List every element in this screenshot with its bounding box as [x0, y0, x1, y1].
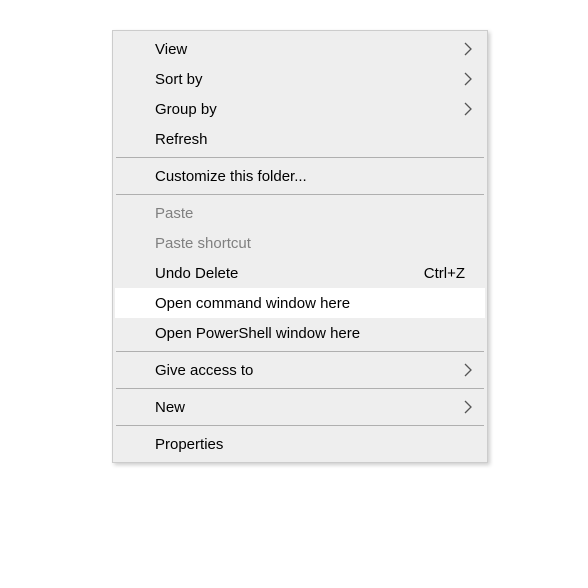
- separator: [116, 351, 484, 352]
- menu-label: View: [155, 41, 473, 58]
- separator: [116, 157, 484, 158]
- menu-item-refresh[interactable]: Refresh: [115, 124, 485, 154]
- menu-item-give-access-to[interactable]: Give access to: [115, 355, 485, 385]
- menu-label: Open PowerShell window here: [155, 325, 473, 342]
- menu-label: Paste shortcut: [155, 235, 473, 252]
- menu-item-customize-folder[interactable]: Customize this folder...: [115, 161, 485, 191]
- menu-label: Properties: [155, 436, 473, 453]
- chevron-right-icon: [463, 42, 473, 56]
- chevron-right-icon: [463, 400, 473, 414]
- menu-item-new[interactable]: New: [115, 392, 485, 422]
- context-menu: View Sort by Group by Refresh Customize …: [112, 30, 488, 463]
- separator: [116, 425, 484, 426]
- menu-shortcut: Ctrl+Z: [424, 265, 473, 282]
- menu-label: Customize this folder...: [155, 168, 473, 185]
- separator: [116, 194, 484, 195]
- menu-label: Group by: [155, 101, 473, 118]
- chevron-right-icon: [463, 102, 473, 116]
- menu-label: Give access to: [155, 362, 473, 379]
- menu-label: Sort by: [155, 71, 473, 88]
- menu-item-properties[interactable]: Properties: [115, 429, 485, 459]
- menu-item-paste: Paste: [115, 198, 485, 228]
- menu-label: Open command window here: [155, 295, 473, 312]
- menu-item-open-command-window[interactable]: Open command window here: [115, 288, 485, 318]
- chevron-right-icon: [463, 72, 473, 86]
- menu-item-paste-shortcut: Paste shortcut: [115, 228, 485, 258]
- menu-label: New: [155, 399, 473, 416]
- menu-item-group-by[interactable]: Group by: [115, 94, 485, 124]
- chevron-right-icon: [463, 363, 473, 377]
- menu-label: Paste: [155, 205, 473, 222]
- menu-item-open-powershell-window[interactable]: Open PowerShell window here: [115, 318, 485, 348]
- menu-item-view[interactable]: View: [115, 34, 485, 64]
- menu-item-undo-delete[interactable]: Undo Delete Ctrl+Z: [115, 258, 485, 288]
- menu-item-sort-by[interactable]: Sort by: [115, 64, 485, 94]
- menu-label: Undo Delete: [155, 265, 424, 282]
- menu-label: Refresh: [155, 131, 473, 148]
- separator: [116, 388, 484, 389]
